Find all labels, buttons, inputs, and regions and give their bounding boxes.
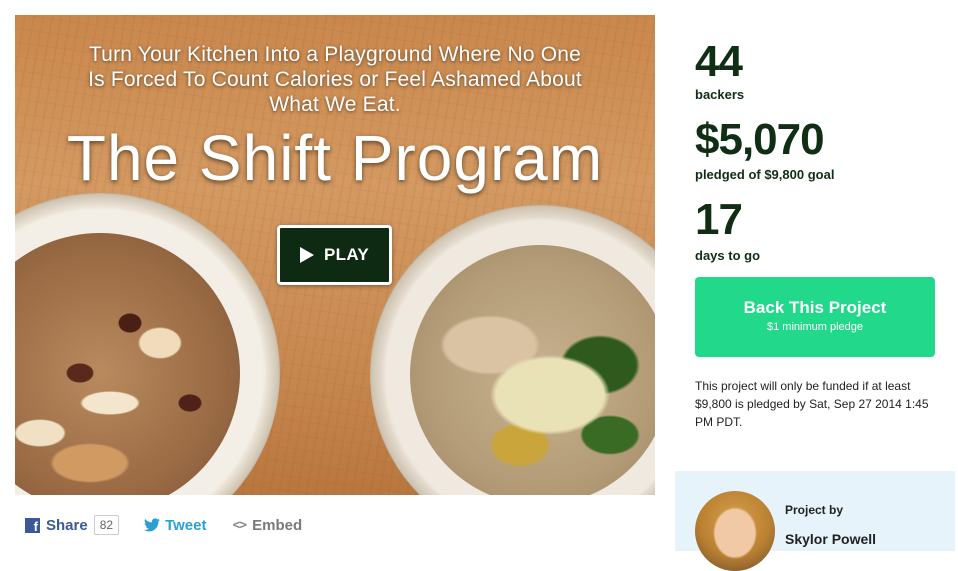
play-button-label: PLAY bbox=[324, 245, 369, 264]
share-bar: f Share 82 Tweet <> Embed bbox=[25, 514, 302, 536]
embed-code-icon: <> bbox=[232, 517, 247, 533]
tagline-line: Turn Your Kitchen Into a Playground Wher… bbox=[88, 43, 582, 66]
back-this-project-button[interactable]: Back This Project $1 minimum pledge bbox=[695, 277, 935, 357]
embed-button[interactable]: <> Embed bbox=[232, 517, 302, 534]
creator-card: Project by Skylor Powell bbox=[675, 471, 955, 571]
backers-label: backers bbox=[695, 87, 745, 102]
embed-label: Embed bbox=[252, 516, 303, 534]
twitter-bird-icon bbox=[144, 518, 161, 532]
back-button-label: Back This Project bbox=[743, 298, 887, 317]
video-title: The Shift Program bbox=[66, 122, 604, 194]
project-stats: 44 backers $5,070 pledged of $9,800 goal… bbox=[695, 40, 945, 264]
facebook-icon: f bbox=[25, 517, 40, 533]
share-count-badge: 82 bbox=[93, 515, 120, 535]
food-bowl-right-image bbox=[370, 205, 655, 495]
project-by-label: Project by bbox=[785, 503, 844, 517]
backers-count: 44 bbox=[695, 37, 743, 86]
creator-name[interactable]: Skylor Powell bbox=[785, 531, 876, 547]
play-icon bbox=[300, 247, 314, 263]
tagline-line: What We Eat. bbox=[269, 93, 401, 116]
facebook-share-label: Share bbox=[46, 516, 88, 534]
food-bowl-left-image bbox=[15, 193, 280, 495]
project-video[interactable]: Turn Your Kitchen Into a Playground Wher… bbox=[15, 15, 655, 495]
facebook-share-button[interactable]: f Share bbox=[25, 517, 88, 534]
avatar[interactable] bbox=[695, 491, 775, 571]
tagline-line: Is Forced To Count Calories or Feel Asha… bbox=[88, 68, 582, 91]
minimum-pledge-label: $1 minimum pledge bbox=[767, 321, 863, 333]
pledged-label: pledged of $9,800 goal bbox=[695, 167, 835, 182]
video-tagline: Turn Your Kitchen Into a Playground Wher… bbox=[15, 42, 655, 117]
days-to-go-label: days to go bbox=[695, 248, 761, 263]
funding-note: This project will only be funded if at l… bbox=[695, 379, 929, 429]
tweet-button[interactable]: Tweet bbox=[144, 517, 206, 534]
tweet-label: Tweet bbox=[165, 516, 207, 534]
play-button[interactable]: PLAY bbox=[277, 225, 392, 285]
pledged-amount: $5,070 bbox=[695, 115, 825, 164]
days-to-go-count: 17 bbox=[695, 195, 743, 244]
